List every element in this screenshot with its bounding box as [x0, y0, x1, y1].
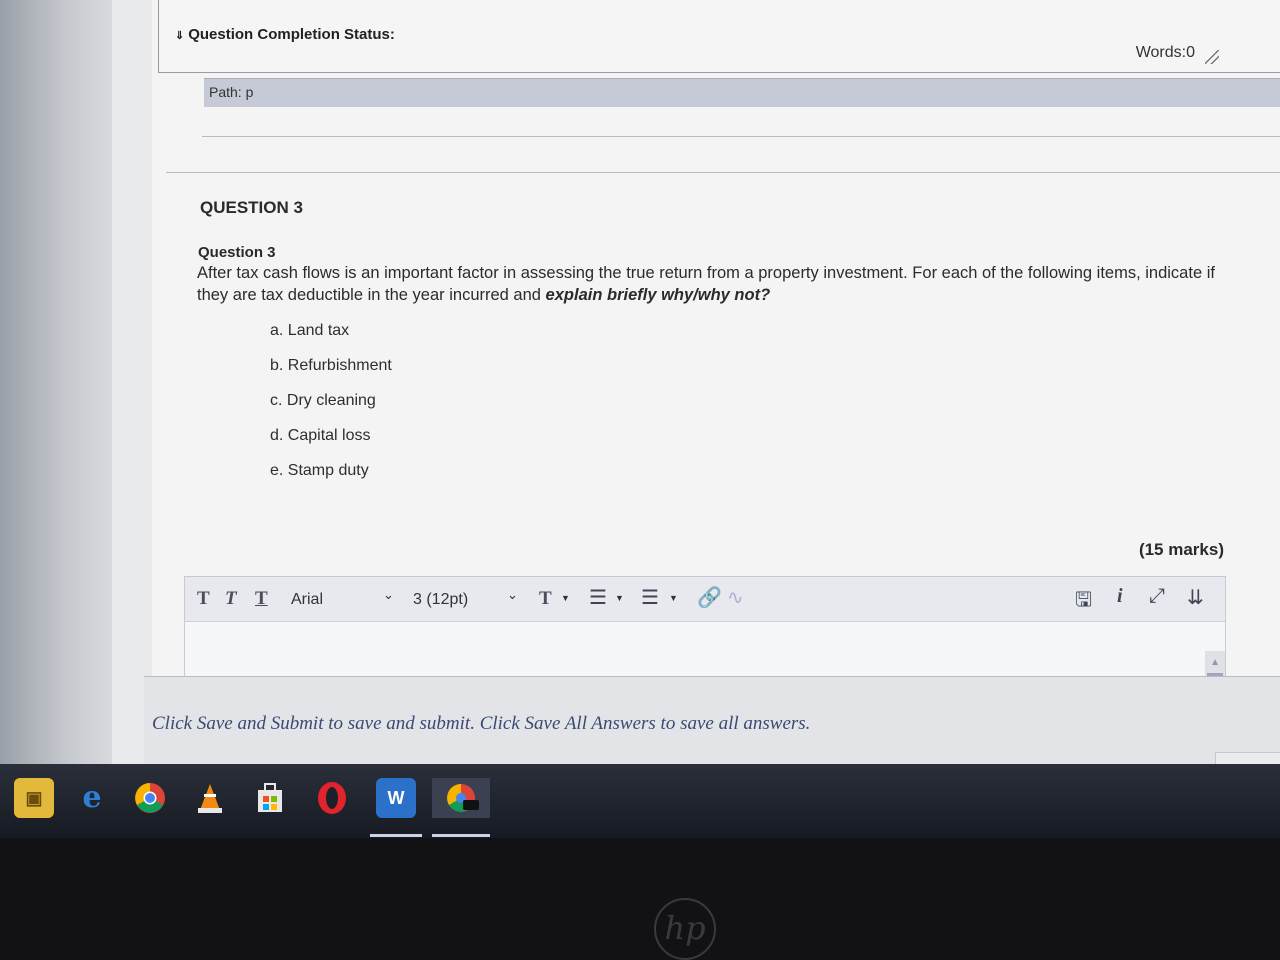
hp-logo: hp — [654, 898, 716, 960]
submit-instructions: Click Save and Submit to save and submit… — [152, 713, 811, 734]
completion-status-panel: ⇓ Question Completion Status: Words:0 — [158, 0, 1280, 73]
list-item: c. Dry cleaning — [270, 392, 376, 409]
opera-icon[interactable] — [312, 778, 352, 818]
chrome-icon[interactable] — [130, 778, 170, 818]
chevron-down-icon: ⇓ — [175, 30, 185, 42]
format-text-button[interactable]: T — [197, 587, 210, 611]
caret-down-icon[interactable]: ▼ — [615, 593, 624, 603]
question-text: After tax cash flows is an important fac… — [197, 262, 1237, 306]
completion-status-toggle[interactable]: ⇓ Question Completion Status: — [175, 26, 395, 43]
list-item: a. Land tax — [270, 322, 350, 339]
active-app-indicator — [432, 834, 490, 837]
edge-icon[interactable]: e — [72, 778, 112, 818]
path-label: Path: p — [209, 84, 254, 100]
list-item: e. Stamp duty — [270, 462, 369, 479]
font-family-select[interactable]: Arial — [291, 587, 323, 613]
divider — [202, 136, 1280, 137]
completion-status-title: Question Completion Status: — [188, 26, 395, 43]
laptop-bezel — [0, 838, 1280, 960]
chevron-down-icon[interactable]: ⌄ — [383, 587, 394, 603]
italic-text-button[interactable]: T — [225, 587, 237, 611]
numbered-list-icon[interactable]: ☰ — [641, 585, 659, 610]
text-color-button[interactable]: T — [539, 587, 552, 611]
scroll-up-arrow-icon[interactable]: ▲ — [1210, 657, 1220, 668]
left-gutter — [112, 0, 153, 790]
resize-handle-icon[interactable] — [1205, 50, 1219, 64]
left-page-margin — [0, 0, 112, 790]
store-icon[interactable] — [250, 778, 290, 818]
caret-down-icon[interactable]: ▼ — [561, 593, 570, 603]
divider — [166, 172, 1280, 173]
vlc-icon[interactable] — [190, 778, 230, 818]
collapse-toolbar-icon[interactable]: ⇊ — [1187, 585, 1204, 610]
caret-down-icon[interactable]: ▼ — [669, 593, 678, 603]
question-heading: QUESTION 3 — [200, 198, 303, 217]
question-emphasis: explain briefly why/why not? — [545, 286, 771, 304]
info-icon[interactable]: i — [1117, 585, 1123, 608]
fullscreen-icon[interactable]: ⤢ — [1149, 585, 1165, 608]
chrome-profile-icon[interactable] — [432, 778, 490, 818]
list-item: d. Capital loss — [270, 427, 371, 444]
question-items-list: a. Land tax b. Refurbishment c. Dry clea… — [270, 322, 392, 497]
active-app-indicator — [370, 834, 422, 837]
editor-path-bar: Path: p — [204, 78, 1280, 107]
file-explorer-icon[interactable]: ▣ — [14, 778, 54, 818]
test-content-area: ⇓ Question Completion Status: Words:0 Pat… — [144, 0, 1280, 790]
word-count: Words:0 — [1135, 44, 1195, 61]
question-subheading: Question 3 — [198, 244, 276, 261]
font-size-select[interactable]: 3 (12pt) — [413, 587, 468, 613]
windows-taskbar: ▣ e W — [0, 764, 1280, 838]
link-icon[interactable]: 🔗 — [697, 585, 722, 610]
marks-label: (15 marks) — [1138, 540, 1224, 559]
bullet-list-icon[interactable]: ☰ — [589, 585, 607, 610]
list-item: b. Refurbishment — [270, 357, 392, 374]
underline-text-button[interactable]: T — [255, 587, 268, 611]
chevron-down-icon[interactable]: ⌄ — [507, 587, 518, 603]
editor-toolbar: T T T Arial ⌄ 3 (12pt) ⌄ T ▼ ☰ ▼ ☰ ▼ 🔗 ∿… — [185, 577, 1225, 622]
preview-icon[interactable]: 🖫 — [1075, 585, 1092, 619]
browser-screen: ⇓ Question Completion Status: Words:0 Pat… — [0, 0, 1280, 790]
unlink-icon[interactable]: ∿ — [727, 585, 744, 610]
word-icon[interactable]: W — [376, 778, 416, 818]
